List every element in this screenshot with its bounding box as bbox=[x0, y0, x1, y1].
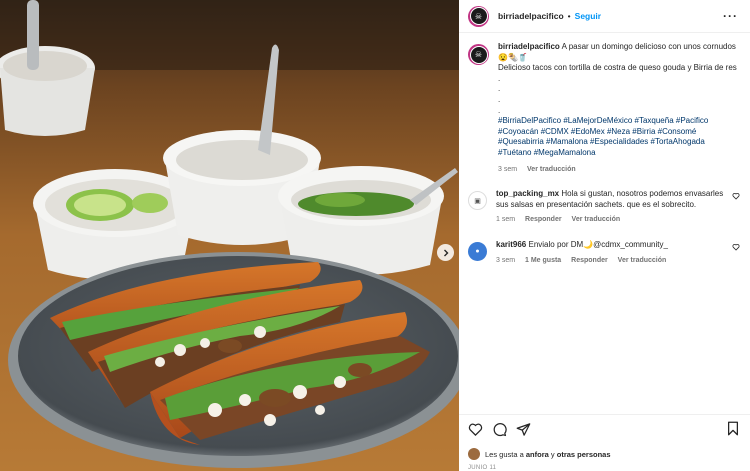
box-icon: ▣ bbox=[474, 197, 481, 205]
comments-feed[interactable]: ☠ birriadelpacifico A pasar un domingo d… bbox=[459, 34, 750, 412]
caption-time[interactable]: 3 sem bbox=[498, 166, 517, 173]
avatar[interactable]: ▣ bbox=[468, 191, 487, 211]
likes-prefix: Les gusta a bbox=[485, 449, 524, 459]
comment-icon bbox=[493, 422, 507, 436]
caption-dot: . bbox=[498, 105, 501, 115]
comment-username[interactable]: top_packing_mx bbox=[496, 189, 559, 198]
bookmark-icon bbox=[728, 421, 738, 436]
user-icon: ● bbox=[475, 247, 480, 255]
likes-others[interactable]: otras personas bbox=[557, 450, 611, 459]
post-date[interactable]: JUNIO 11 bbox=[468, 465, 740, 471]
translate-link[interactable]: Ver traducción bbox=[527, 166, 576, 173]
likes-connector: y bbox=[550, 449, 555, 459]
caption-dot: . bbox=[498, 73, 501, 83]
logo-icon: ☠ bbox=[469, 7, 488, 25]
post-photo bbox=[0, 0, 459, 471]
share-button[interactable] bbox=[516, 422, 531, 437]
save-button[interactable] bbox=[726, 421, 740, 436]
next-image-button[interactable] bbox=[437, 244, 454, 261]
avatar[interactable] bbox=[468, 448, 480, 460]
post-side-panel: ☠ birriadelpacifico • Seguir ··· ☠ birri… bbox=[459, 0, 750, 471]
translate-link[interactable]: Ver traducción bbox=[618, 257, 667, 264]
logo-icon: ☠ bbox=[469, 45, 488, 64]
caption-username[interactable]: birriadelpacifico bbox=[498, 42, 560, 51]
chevron-right-icon bbox=[443, 249, 448, 256]
caption-hashtags[interactable]: #BirriaDelPacifico #LaMejorDeMéxico #Tax… bbox=[498, 116, 740, 158]
caption-dot: . bbox=[498, 84, 501, 94]
comment-time[interactable]: 3 sem bbox=[496, 257, 515, 264]
separator-dot: • bbox=[567, 11, 571, 21]
avatar[interactable]: ● bbox=[468, 241, 487, 261]
comment-like-button[interactable] bbox=[732, 243, 740, 253]
post-username[interactable]: birriadelpacifico bbox=[498, 11, 564, 21]
heart-icon bbox=[732, 193, 740, 200]
comment-item: ▣ top_packing_mx Hola si gustan, nosotro… bbox=[468, 189, 740, 226]
likes-user[interactable]: anfora bbox=[526, 450, 549, 459]
comment-button[interactable] bbox=[492, 422, 507, 437]
reply-button[interactable]: Responder bbox=[525, 216, 562, 223]
likes-summary: Les gusta a anfora y otras personas bbox=[468, 448, 740, 460]
caption-dot: . bbox=[498, 94, 501, 104]
heart-icon bbox=[468, 423, 483, 436]
more-options-button[interactable]: ··· bbox=[723, 9, 738, 23]
comment-likes[interactable]: 1 Me gusta bbox=[525, 257, 561, 264]
post-header: ☠ birriadelpacifico • Seguir ··· bbox=[459, 0, 750, 33]
paper-plane-icon bbox=[516, 422, 531, 436]
comment-time[interactable]: 1 sem bbox=[496, 216, 515, 223]
comment-username[interactable]: karit966 bbox=[496, 240, 526, 249]
caption: ☠ birriadelpacifico A pasar un domingo d… bbox=[468, 42, 740, 175]
translate-link[interactable]: Ver traducción bbox=[572, 216, 621, 223]
post-actions: Les gusta a anfora y otras personas JUNI… bbox=[459, 414, 750, 471]
caption-avatar[interactable]: ☠ bbox=[468, 44, 489, 65]
heart-icon bbox=[732, 243, 740, 251]
comment-text: Envialo por DM🌙@cdmx_community_ bbox=[528, 239, 668, 249]
avatar[interactable]: ☠ bbox=[468, 5, 489, 27]
reply-button[interactable]: Responder bbox=[571, 257, 608, 264]
caption-line2: Delicioso tacos con tortilla de costra d… bbox=[498, 63, 737, 73]
follow-button[interactable]: Seguir bbox=[575, 11, 601, 21]
comment-item: ● karit966 Envialo por DM🌙@cdmx_communit… bbox=[468, 240, 740, 266]
tacos-image bbox=[0, 0, 459, 471]
like-button[interactable] bbox=[468, 422, 483, 437]
comment-like-button[interactable] bbox=[732, 192, 740, 202]
